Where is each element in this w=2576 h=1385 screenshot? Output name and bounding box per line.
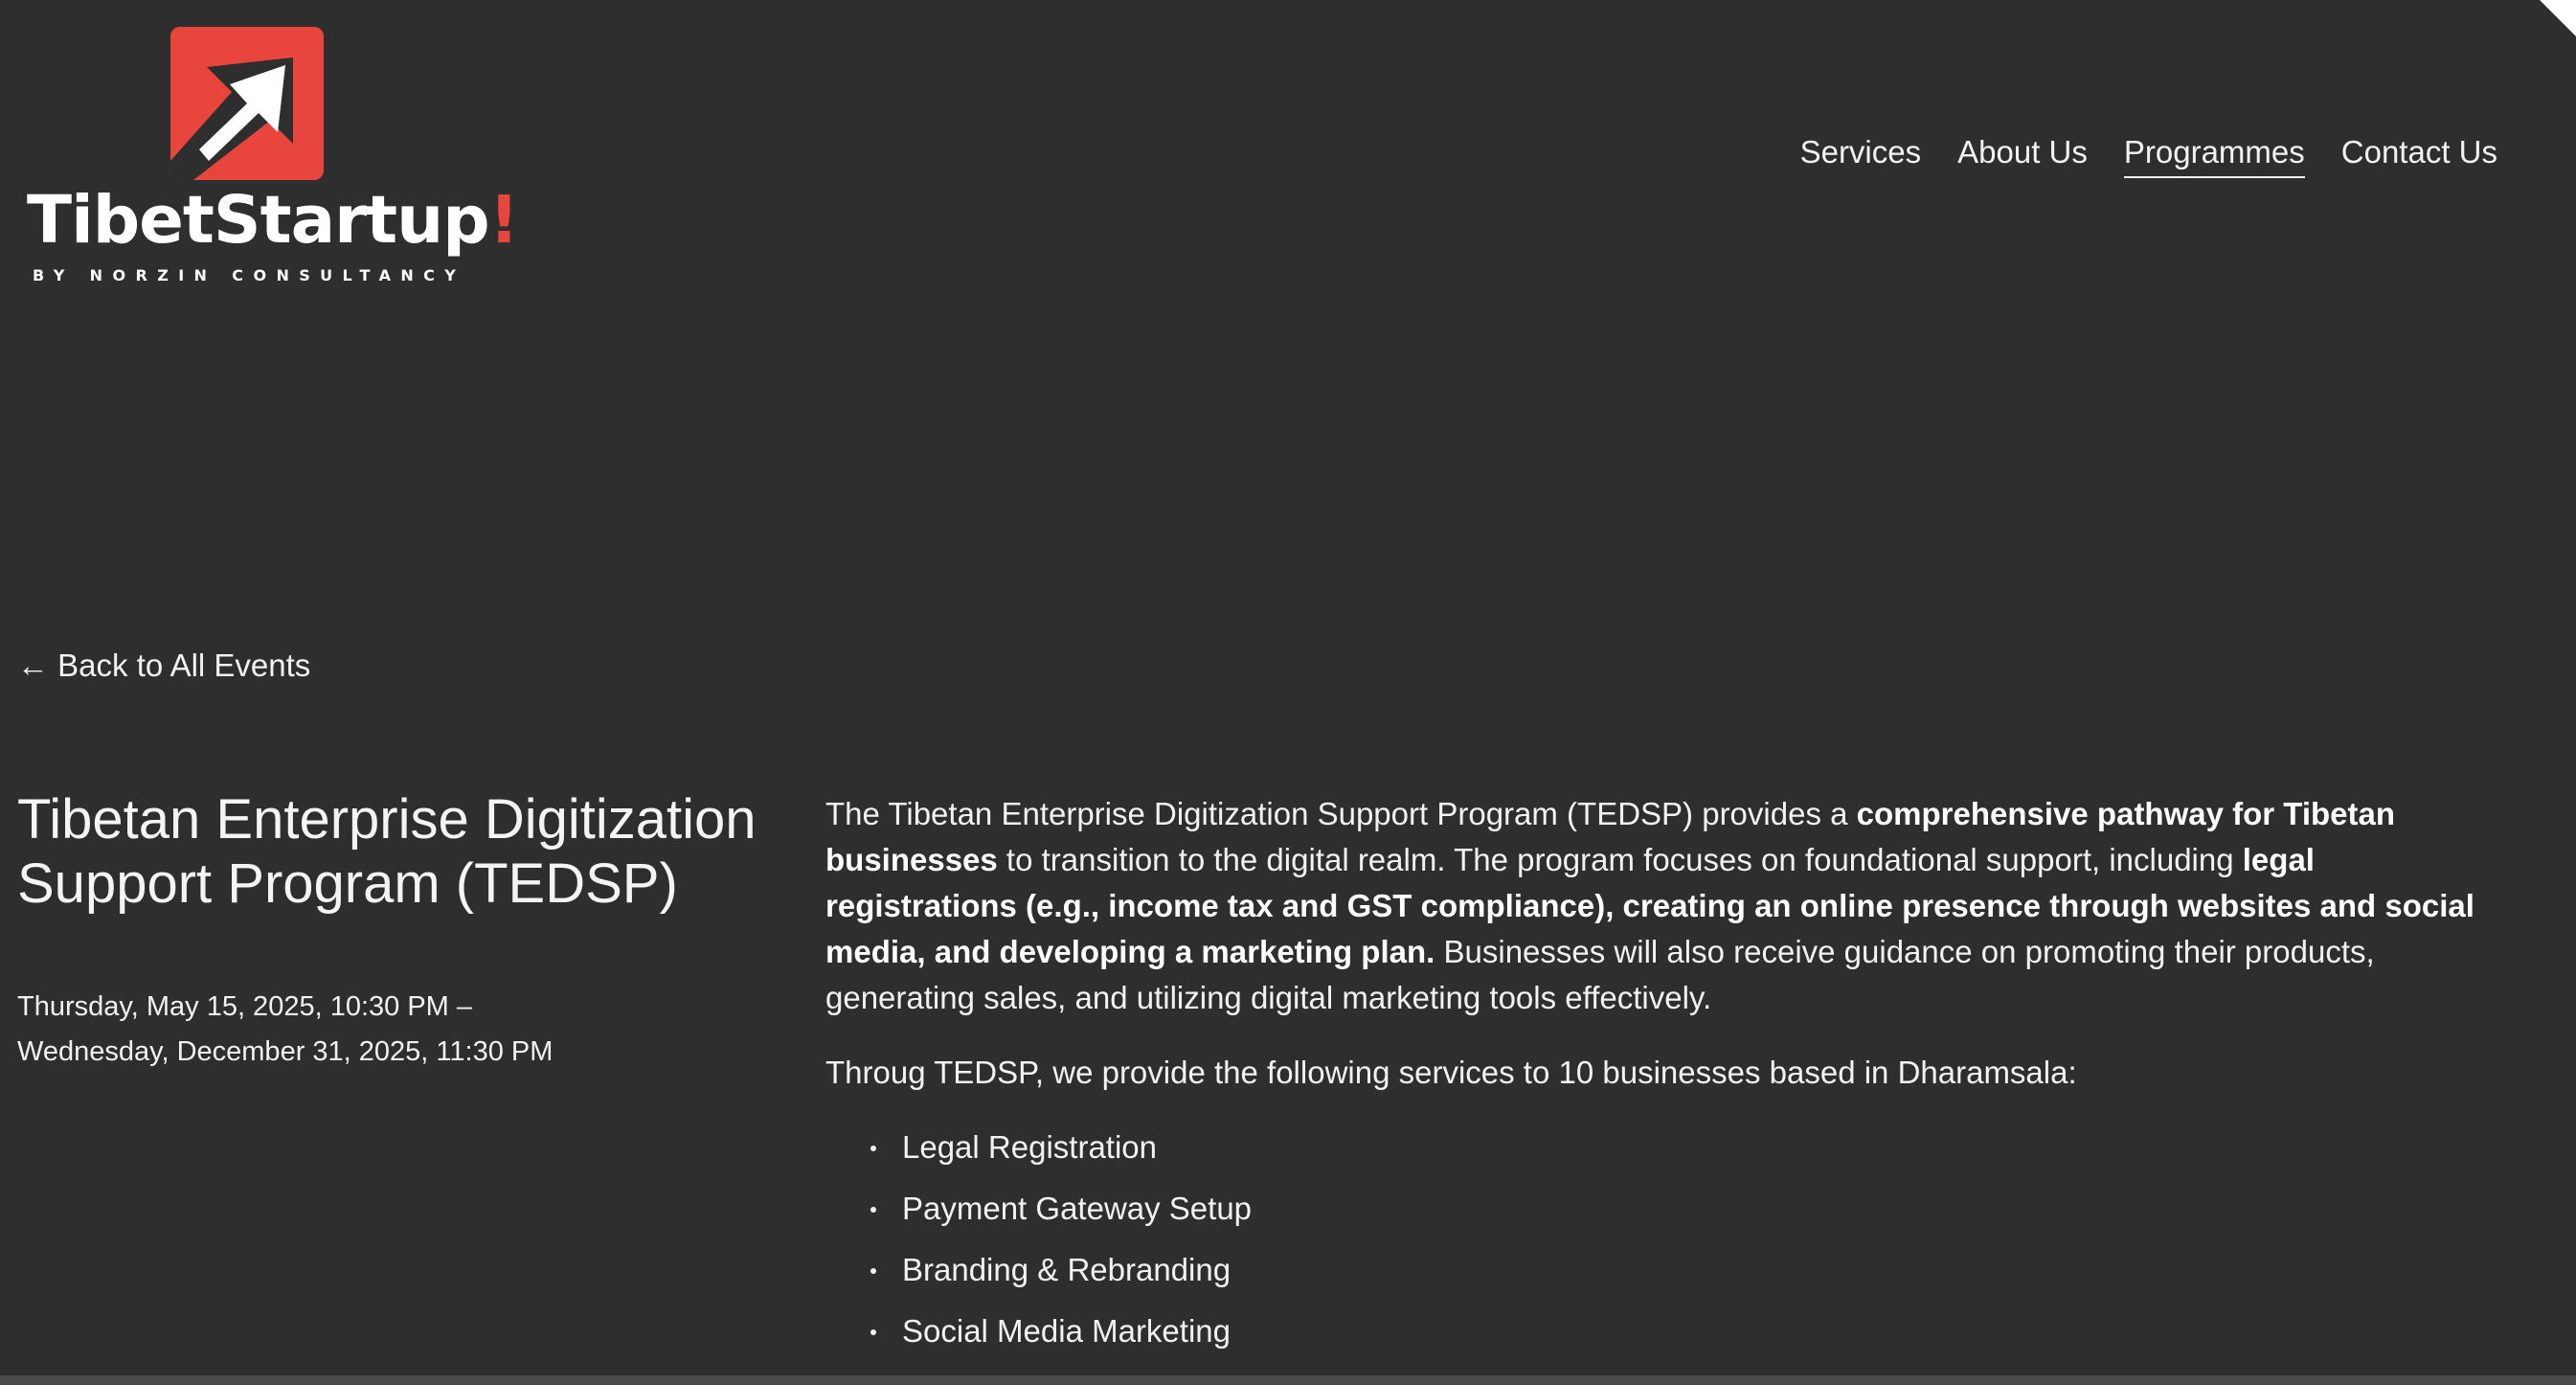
nav-programmes[interactable]: Programmes — [2123, 134, 2305, 178]
logo-wordmark-text: TibetStartup — [27, 182, 490, 259]
nav-about-us[interactable]: About Us — [1957, 134, 2088, 178]
logo-wordmark: TibetStartup! — [27, 188, 519, 254]
event-title: Tibetan Enterprise Digitization Support … — [17, 788, 757, 915]
description-text: The Tibetan Enterprise Digitization Supp… — [825, 796, 1857, 831]
list-item: Legal Registration — [870, 1124, 2511, 1170]
services-list: Legal Registration Payment Gateway Setup… — [825, 1124, 2511, 1354]
event-dates: Thursday, May 15, 2025, 10:30 PM – Wedne… — [17, 985, 745, 1075]
site-logo[interactable]: TibetStartup! BY NORZIN CONSULTANCY — [27, 27, 519, 285]
main-nav: Services About Us Programmes Contact Us — [1800, 134, 2497, 178]
event-start: Thursday, May 15, 2025, 10:30 PM – — [17, 991, 473, 1022]
logo-tagline: BY NORZIN CONSULTANCY — [33, 266, 466, 284]
bottom-strip — [0, 1375, 2576, 1385]
list-item: Social Media Marketing — [870, 1308, 2511, 1354]
page-corner — [2540, 0, 2576, 36]
logo-exclamation: ! — [488, 182, 519, 259]
logo-arrow-icon — [170, 27, 324, 180]
back-to-events-link[interactable]: ← Back to All Events — [17, 647, 310, 684]
nav-contact-us[interactable]: Contact Us — [2341, 134, 2497, 178]
list-item: Branding & Rebranding — [870, 1247, 2511, 1293]
description-paragraph: The Tibetan Enterprise Digitization Supp… — [825, 791, 2511, 1021]
arrow-left-icon: ← — [17, 647, 49, 683]
event-description: The Tibetan Enterprise Digitization Supp… — [825, 791, 2511, 1370]
event-end: Wednesday, December 31, 2025, 11:30 PM — [17, 1036, 554, 1067]
nav-services[interactable]: Services — [1800, 134, 1922, 178]
list-item: Payment Gateway Setup — [870, 1186, 2511, 1232]
description-text: to transition to the digital realm. The … — [997, 842, 2243, 877]
back-link-label: Back to All Events — [57, 647, 311, 683]
services-intro: Throug TEDSP, we provide the following s… — [825, 1055, 2077, 1090]
